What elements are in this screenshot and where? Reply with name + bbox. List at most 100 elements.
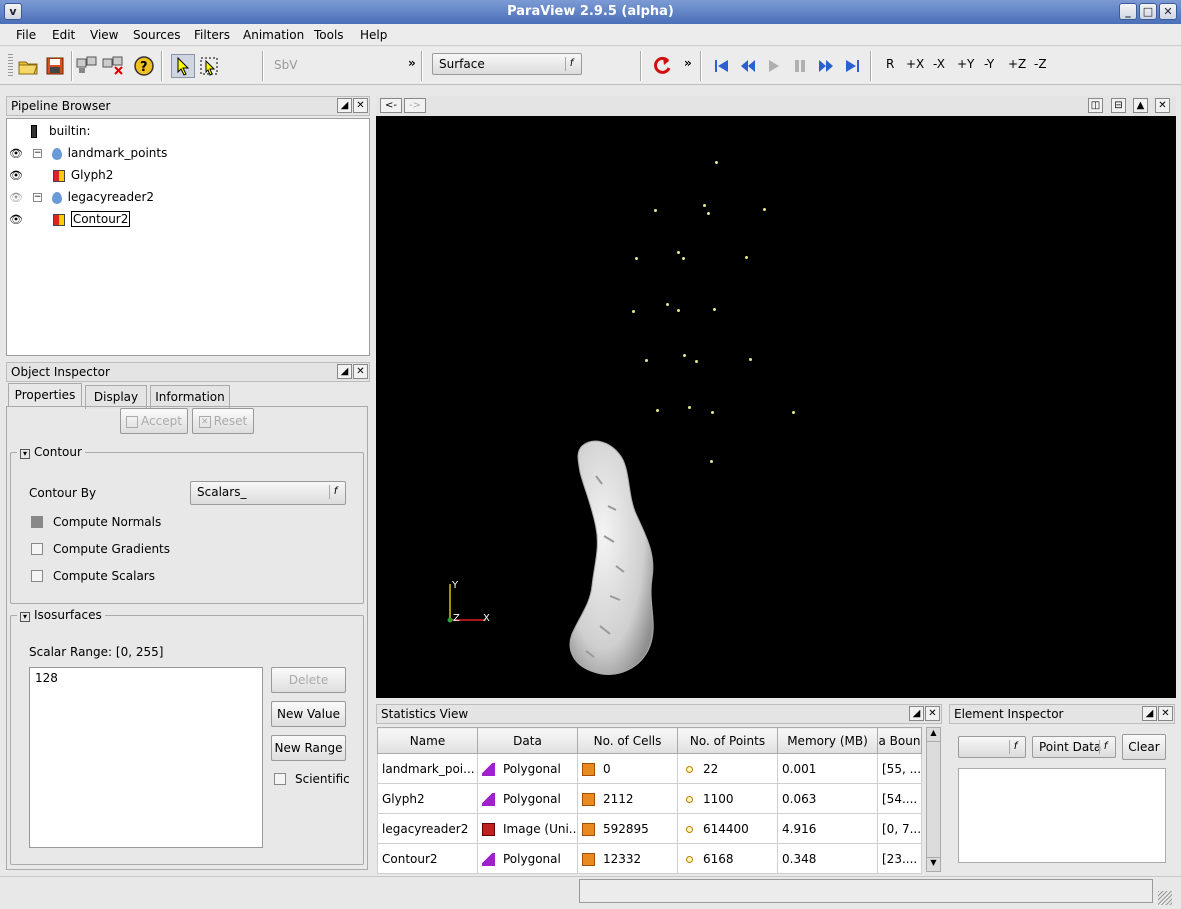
pipeline-item-builtin[interactable]: builtin: xyxy=(31,121,91,141)
undock-icon[interactable]: ◢ xyxy=(1142,706,1157,721)
toolbar-more-button[interactable]: » xyxy=(408,56,416,70)
close-panel-icon[interactable]: ✕ xyxy=(925,706,940,721)
toolbar-more-button-2[interactable]: » xyxy=(684,56,692,70)
maximize-button[interactable]: □ xyxy=(1139,3,1157,20)
collapse-group-icon[interactable]: ▾ xyxy=(20,449,30,459)
camera-plus-x-button[interactable]: +X xyxy=(906,57,924,71)
camera-minus-z-button[interactable]: -Z xyxy=(1034,57,1047,71)
new-value-button[interactable]: New Value xyxy=(271,701,346,727)
isovalue-item[interactable]: 128 xyxy=(30,668,262,688)
undock-icon[interactable]: ◢ xyxy=(909,706,924,721)
menu-view[interactable]: View xyxy=(90,27,118,43)
contour-by-dropdown[interactable]: Scalars_ f xyxy=(190,481,346,505)
first-frame-icon[interactable] xyxy=(710,54,734,78)
view-back-button[interactable]: <- xyxy=(380,98,402,113)
close-panel-icon[interactable]: ✕ xyxy=(1158,706,1173,721)
clear-button[interactable]: Clear xyxy=(1122,734,1166,760)
save-state-icon[interactable] xyxy=(43,54,67,78)
reset-camera-icon[interactable] xyxy=(650,54,674,78)
accept-button[interactable]: Accept xyxy=(120,408,188,434)
close-panel-icon[interactable]: ✕ xyxy=(353,98,368,113)
render-view[interactable]: Y Z X xyxy=(376,116,1176,698)
menu-edit[interactable]: Edit xyxy=(52,27,75,43)
pipeline-item-glyph2[interactable]: 👁 Glyph2 xyxy=(9,165,113,185)
isovalue-list[interactable]: 128 xyxy=(29,667,263,848)
collapse-icon[interactable]: − xyxy=(32,149,42,158)
camera-minus-x-button[interactable]: -X xyxy=(933,57,945,71)
contour-group-title[interactable]: ▾ Contour xyxy=(17,445,85,459)
column-header-memory[interactable]: Memory (MB) xyxy=(777,727,878,754)
representation-dropdown[interactable]: Surface f xyxy=(432,53,582,75)
scroll-up-icon[interactable]: ▲ xyxy=(927,728,940,742)
menu-help[interactable]: Help xyxy=(360,27,387,43)
camera-minus-y-button[interactable]: -Y xyxy=(984,57,994,71)
menu-filters[interactable]: Filters xyxy=(194,27,230,43)
delete-button[interactable]: Delete xyxy=(271,667,346,693)
menu-sources[interactable]: Sources xyxy=(133,27,180,43)
undock-icon[interactable]: ◢ xyxy=(337,364,352,379)
tab-properties[interactable]: Properties xyxy=(8,383,82,407)
menu-file[interactable]: File xyxy=(16,27,36,43)
previous-frame-icon[interactable] xyxy=(736,54,760,78)
collapse-icon[interactable]: − xyxy=(32,193,42,202)
table-row[interactable]: Contour2 Polygonal 12332 6168 0.348 [23.… xyxy=(377,843,922,874)
menu-tools[interactable]: Tools xyxy=(314,27,344,43)
connect-icon[interactable] xyxy=(75,54,99,78)
camera-reset-button[interactable]: R xyxy=(886,57,894,71)
statistics-scrollbar[interactable]: ▲ ▼ xyxy=(926,727,941,872)
eye-hidden-icon[interactable]: 👁 xyxy=(9,188,23,208)
element-inspector-table[interactable] xyxy=(958,768,1166,863)
column-header-points[interactable]: No. of Points xyxy=(677,727,778,754)
split-horizontal-icon[interactable]: ◫ xyxy=(1088,98,1103,113)
maximize-view-icon[interactable]: ▲ xyxy=(1133,98,1148,113)
attribute-type-dropdown[interactable]: Point Data f xyxy=(1032,736,1116,758)
select-region-icon[interactable] xyxy=(197,54,221,78)
isosurfaces-group-title[interactable]: ▾ Isosurfaces xyxy=(17,608,105,622)
column-header-bounds[interactable]: a Boun xyxy=(877,727,922,754)
collapse-group-icon[interactable]: ▾ xyxy=(20,612,30,622)
eye-icon[interactable]: 👁 xyxy=(9,144,23,164)
pipeline-item-landmark-points[interactable]: 👁 − landmark_points xyxy=(9,143,167,163)
close-window-button[interactable]: ✕ xyxy=(1159,3,1177,20)
view-forward-button[interactable]: -> xyxy=(404,98,426,113)
pipeline-item-legacyreader2[interactable]: 👁 − legacyreader2 xyxy=(9,187,154,207)
compute-normals-checkbox[interactable] xyxy=(31,516,43,528)
column-header-data[interactable]: Data xyxy=(477,727,578,754)
camera-plus-z-button[interactable]: +Z xyxy=(1008,57,1026,71)
help-icon[interactable]: ? xyxy=(132,54,156,78)
split-vertical-icon[interactable]: ⊟ xyxy=(1111,98,1126,113)
compute-gradients-checkbox[interactable] xyxy=(31,543,43,555)
toolbar-grip[interactable] xyxy=(8,54,13,78)
next-frame-icon[interactable] xyxy=(814,54,838,78)
undock-icon[interactable]: ◢ xyxy=(337,98,352,113)
play-icon[interactable] xyxy=(762,54,786,78)
polygonal-icon xyxy=(482,762,495,776)
last-frame-icon[interactable] xyxy=(840,54,864,78)
column-header-name[interactable]: Name xyxy=(377,727,478,754)
table-row[interactable]: landmark_poi... Polygonal 0 22 0.001 [55… xyxy=(377,753,922,784)
camera-plus-y-button[interactable]: +Y xyxy=(957,57,974,71)
table-row[interactable]: Glyph2 Polygonal 2112 1100 0.063 [54.... xyxy=(377,783,922,814)
pipeline-item-contour2[interactable]: 👁 Contour2 xyxy=(9,209,131,230)
reset-button[interactable]: ✕ Reset xyxy=(192,408,254,434)
compute-scalars-checkbox[interactable] xyxy=(31,570,43,582)
table-row[interactable]: legacyreader2 Image (Uni... 592895 61440… xyxy=(377,813,922,844)
eye-icon[interactable]: 👁 xyxy=(9,166,23,186)
minimize-button[interactable]: _ xyxy=(1119,3,1137,20)
disconnect-icon[interactable] xyxy=(101,54,125,78)
new-range-button[interactable]: New Range xyxy=(271,735,346,761)
close-view-icon[interactable]: ✕ xyxy=(1155,98,1170,113)
column-header-cells[interactable]: No. of Cells xyxy=(577,727,678,754)
eye-icon[interactable]: 👁 xyxy=(9,210,23,230)
window-menu-button[interactable]: v xyxy=(4,3,22,20)
menu-animation[interactable]: Animation xyxy=(243,27,304,43)
open-folder-icon[interactable] xyxy=(16,54,40,78)
resize-grip-icon[interactable] xyxy=(1158,891,1172,905)
pause-icon[interactable] xyxy=(788,54,812,78)
close-panel-icon[interactable]: ✕ xyxy=(353,364,368,379)
element-source-dropdown[interactable]: f xyxy=(958,736,1026,758)
scroll-down-icon[interactable]: ▼ xyxy=(927,857,940,871)
scientific-checkbox[interactable] xyxy=(274,773,286,785)
calculator-label[interactable]: SbV xyxy=(274,58,297,72)
select-pointer-icon[interactable] xyxy=(171,54,195,78)
